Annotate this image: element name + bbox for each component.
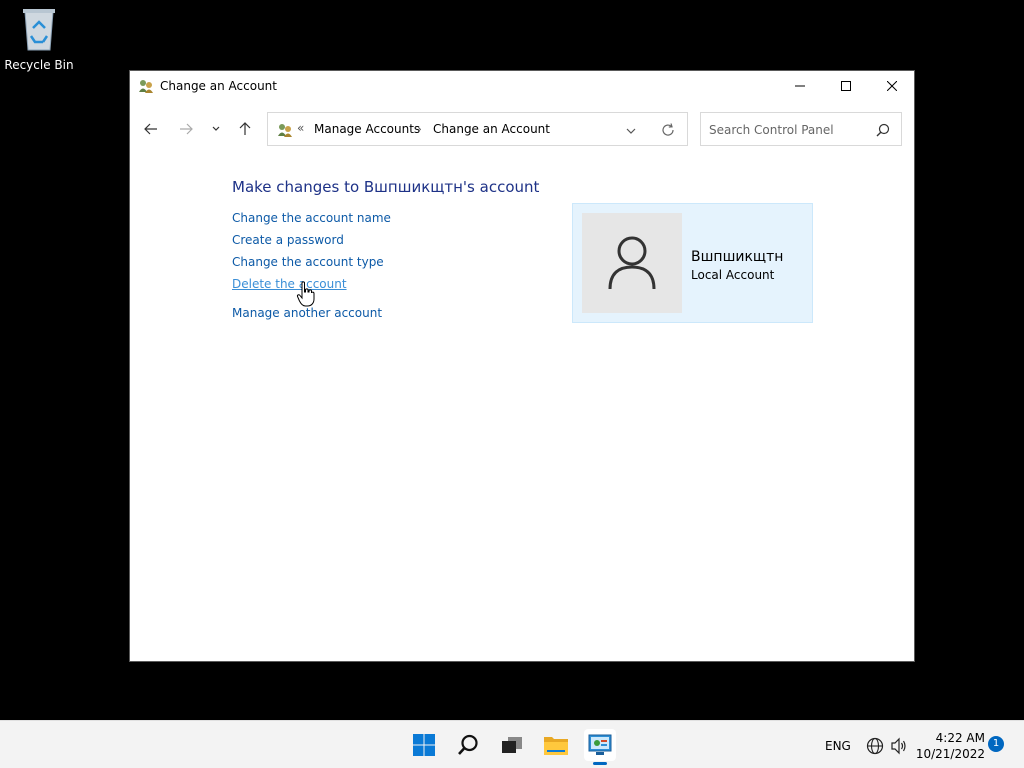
forward-arrow-icon — [180, 123, 193, 135]
control-panel-taskbar-button[interactable] — [584, 729, 616, 765]
search-taskbar-button[interactable] — [452, 729, 484, 761]
address-dropdown-icon[interactable] — [624, 123, 638, 137]
task-view-icon — [502, 737, 522, 753]
recent-locations-button[interactable] — [206, 119, 226, 139]
user-accounts-icon — [277, 122, 293, 138]
file-explorer-button[interactable] — [540, 729, 572, 761]
maximize-button[interactable] — [823, 71, 869, 101]
change-account-type-link[interactable]: Change the account type — [232, 255, 384, 269]
change-account-name-link[interactable]: Change the account name — [232, 211, 391, 225]
title-bar[interactable]: Change an Account — [130, 71, 914, 101]
address-bar[interactable]: « Manage Accounts › Change an Account — [267, 112, 688, 146]
breadcrumb-change-account[interactable]: Change an Account — [433, 122, 550, 136]
up-arrow-icon — [239, 122, 251, 135]
volume-icon[interactable] — [890, 737, 908, 755]
search-input[interactable] — [709, 121, 869, 139]
notification-badge[interactable]: 1 — [988, 736, 1004, 752]
clock-time: 4:22 AM — [935, 731, 985, 745]
chevron-down-icon — [212, 126, 220, 131]
page-title: Make changes to Вшпшикщтн's account — [232, 178, 540, 196]
account-card: Вшпшикщтн Local Account — [572, 203, 813, 323]
recycle-bin-label: Recycle Bin — [4, 58, 74, 72]
account-type: Local Account — [691, 268, 775, 282]
search-icon — [458, 734, 478, 755]
recycle-bin-shortcut[interactable]: Recycle Bin — [4, 6, 74, 72]
user-accounts-icon — [138, 78, 154, 94]
active-indicator — [593, 762, 607, 765]
refresh-icon[interactable] — [660, 122, 676, 138]
breadcrumb-overflow[interactable]: « — [297, 121, 304, 135]
folder-icon — [544, 737, 568, 755]
language-indicator[interactable]: ENG — [825, 739, 851, 753]
navigation-bar: « Manage Accounts › Change an Account — [130, 111, 914, 147]
windows-logo-icon — [413, 734, 435, 756]
search-box[interactable] — [700, 112, 902, 146]
avatar — [582, 213, 682, 313]
account-name: Вшпшикщтн — [691, 249, 784, 265]
manage-another-account-link[interactable]: Manage another account — [232, 306, 382, 320]
up-button[interactable] — [235, 119, 255, 139]
breadcrumb-chevron-icon[interactable]: › — [417, 122, 422, 136]
search-icon[interactable] — [875, 122, 891, 138]
control-panel-icon — [588, 734, 612, 755]
window-title: Change an Account — [160, 79, 277, 93]
create-password-link[interactable]: Create a password — [232, 233, 344, 247]
change-account-window: Change an Account « Manage Accounts › Ch… — [129, 70, 915, 662]
recycle-bin-icon — [19, 6, 59, 52]
back-arrow-icon — [144, 123, 157, 135]
network-icon[interactable] — [866, 737, 884, 755]
close-button[interactable] — [869, 71, 915, 101]
task-view-button[interactable] — [496, 729, 528, 761]
user-icon — [608, 236, 656, 290]
hand-cursor-icon — [296, 281, 316, 307]
minimize-button[interactable] — [777, 71, 823, 101]
start-button[interactable] — [408, 729, 440, 761]
taskbar: ENG 4:22 AM 10/21/2022 — [0, 720, 1024, 768]
back-button[interactable] — [141, 119, 161, 139]
clock[interactable]: 4:22 AM 10/21/2022 — [915, 730, 985, 762]
delete-account-link[interactable]: Delete the account — [232, 277, 347, 291]
breadcrumb-manage-accounts[interactable]: Manage Accounts — [314, 122, 420, 136]
forward-button[interactable] — [176, 119, 196, 139]
clock-date: 10/21/2022 — [915, 747, 985, 761]
